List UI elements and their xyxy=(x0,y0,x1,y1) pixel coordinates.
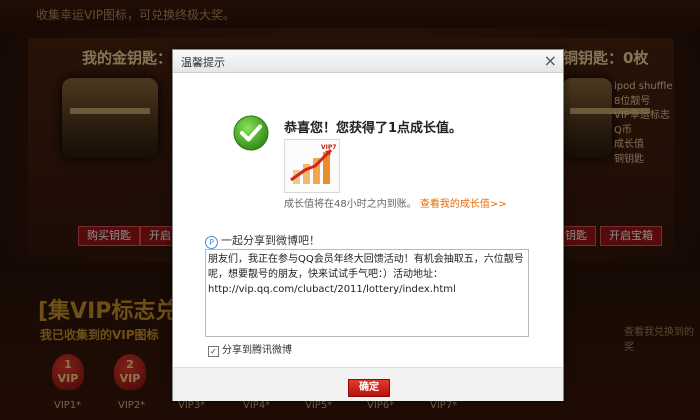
share-heading-text: 一起分享到微博吧！ xyxy=(221,234,320,247)
share-checkbox[interactable]: ✓ xyxy=(208,346,219,357)
dialog-titlebar: 温馨提示 × xyxy=(173,50,563,73)
svg-text:VIP7: VIP7 xyxy=(321,144,336,151)
notice-dialog: 温馨提示 × 恭喜您！您获得了1点成长值。 VIP7 成长值将在48小时之内到账… xyxy=(172,49,564,401)
growth-value-chart-icon: VIP7 xyxy=(284,139,340,193)
dialog-title: 温馨提示 xyxy=(181,56,225,69)
close-icon[interactable]: × xyxy=(544,51,557,71)
growth-note-text: 成长值将在48小时之内到账。 xyxy=(284,199,417,210)
congrats-message: 恭喜您！您获得了1点成长值。 xyxy=(284,121,463,136)
share-textarea[interactable]: 朋友们，我正在参与QQ会员年终大回馈活动！有机会抽取五，六位靓号呢，想要靓号的朋… xyxy=(205,249,529,337)
view-growth-link[interactable]: 查看我的成长值>> xyxy=(420,199,507,210)
share-checkbox-row[interactable]: ✓ 分享到腾讯微博 xyxy=(208,341,292,357)
share-checkbox-label: 分享到腾讯微博 xyxy=(222,345,292,356)
ok-button[interactable]: 确定 xyxy=(348,379,390,397)
success-check-icon xyxy=(233,115,269,151)
weibo-icon: P xyxy=(205,236,218,249)
share-heading: P 一起分享到微博吧！ xyxy=(205,232,320,249)
growth-note: 成长值将在48小时之内到账。 查看我的成长值>> xyxy=(284,195,507,210)
